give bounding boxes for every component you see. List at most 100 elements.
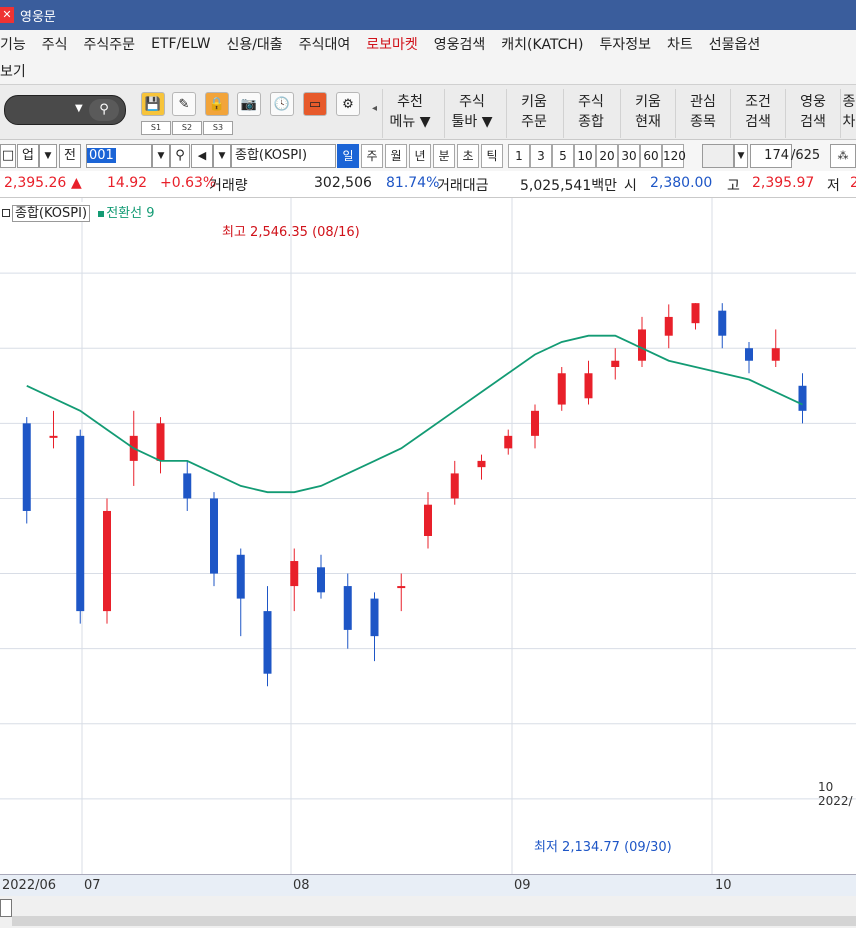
interval-button[interactable]: 5 — [552, 144, 574, 168]
toolbar-button-label: 조건 — [745, 94, 771, 110]
toolbar-button-label: 추천 — [397, 94, 423, 110]
scroll-handle[interactable] — [0, 899, 12, 917]
toolbar-button-label: 주식 — [459, 94, 485, 110]
window-title: 영웅문 — [20, 9, 56, 25]
save-icon[interactable]: 💾 — [141, 92, 165, 116]
period-button[interactable]: 월 — [385, 144, 407, 168]
search-icon[interactable]: ⚲ — [170, 144, 190, 168]
period-button[interactable]: 년 — [409, 144, 431, 168]
low: 2 — [850, 175, 856, 191]
search-icon[interactable]: ⚲ — [89, 99, 119, 121]
toolbar-button[interactable]: 추천 메뉴 ▼ — [382, 89, 437, 138]
brush-icon[interactable]: ✎ — [172, 92, 196, 116]
screen-tab-s3[interactable]: S3 — [203, 121, 233, 135]
prev-button[interactable]: 전 — [59, 144, 81, 168]
screen-tab-s1[interactable]: S1 — [141, 121, 171, 135]
interval-input[interactable] — [702, 144, 734, 168]
date-label: 09 — [514, 878, 531, 893]
interval-button[interactable]: 60 — [640, 144, 662, 168]
menu-item[interactable]: 주식 — [42, 34, 68, 54]
scroll-left-icon[interactable]: ◂ — [372, 103, 377, 114]
toolbar-button[interactable]: 주식 툴바 ▼ — [444, 89, 499, 138]
dropdown-arrow-icon[interactable]: ▼ — [152, 144, 170, 168]
menu-item[interactable]: 주식주문 — [84, 34, 136, 54]
candle-body — [504, 435, 513, 449]
change-percent: +0.63% — [160, 175, 217, 191]
interval-button[interactable]: 30 — [618, 144, 640, 168]
menu-item[interactable]: 차트 — [667, 34, 693, 54]
toolbar-button-label: 관심 — [690, 94, 716, 110]
high-label: 고 — [727, 178, 740, 194]
period-button[interactable]: 틱 — [481, 144, 503, 168]
candle-body — [584, 373, 593, 399]
dropdown-arrow-icon[interactable]: ▼ — [39, 144, 57, 168]
dropdown-arrow-icon[interactable]: ▼ — [213, 144, 231, 168]
kiwoom-icon: ✕ — [0, 7, 14, 23]
dropdown-arrow-icon[interactable]: ▼ — [734, 144, 748, 168]
chart-settings-icon[interactable]: ⁂ — [830, 144, 856, 168]
period-button[interactable]: 일 — [337, 144, 359, 168]
clock-icon[interactable]: 🕓 — [270, 92, 294, 116]
lock-icon[interactable]: 🔒 — [205, 92, 229, 116]
up-arrow-icon: ▲ — [71, 175, 82, 191]
toolbar-button[interactable]: 관심 종목 — [675, 89, 730, 138]
menu-search[interactable]: ▼ ⚲ — [4, 95, 126, 125]
menu-item[interactable]: 주식대여 — [299, 34, 351, 54]
chart-canvas[interactable] — [0, 198, 856, 874]
count-input[interactable]: 174 — [750, 144, 792, 168]
legend-kospi-swatch — [2, 209, 10, 217]
stock-name: 종합(KOSPI) — [231, 144, 336, 168]
period-button[interactable]: 초 — [457, 144, 479, 168]
menu-item[interactable]: 신용/대출 — [226, 34, 282, 54]
period-button[interactable]: 분 — [433, 144, 455, 168]
volume: 302,506 — [314, 175, 372, 191]
menu-item[interactable]: 로보마켓 — [366, 34, 418, 54]
horizontal-scrollbar[interactable] — [12, 916, 856, 926]
menu-item[interactable]: 선물옵션 — [709, 34, 761, 54]
menu-item[interactable]: 영웅검색 — [434, 34, 486, 54]
menu-item[interactable]: ETF/ELW — [151, 36, 210, 52]
candle-body — [183, 473, 192, 499]
gear-icon[interactable]: ⚙ — [336, 92, 360, 116]
toolbar-button[interactable]: 키움 주문 — [506, 89, 561, 138]
toolbar-button[interactable]: 영웅 검색 — [785, 89, 840, 138]
menu-item[interactable]: 기능 — [0, 34, 26, 54]
candle-body — [236, 554, 245, 599]
conversion-line — [26, 334, 803, 494]
candle-body — [798, 385, 807, 411]
mode-select[interactable]: 업 — [17, 144, 39, 168]
toolbar-button[interactable]: 주식 종합 — [563, 89, 618, 138]
interval-button[interactable]: 3 — [530, 144, 552, 168]
toolbar-button[interactable]: 종차 — [840, 89, 856, 138]
interval-button[interactable]: 20 — [596, 144, 618, 168]
dropdown-arrow-icon[interactable]: ▼ — [75, 103, 83, 114]
monitor-icon[interactable]: ▭ — [303, 92, 327, 116]
amount-label: 거래대금 — [437, 178, 489, 194]
volume-label: 거래량 — [209, 178, 248, 194]
interval-button[interactable]: 120 — [662, 144, 686, 168]
low-label: 저 — [827, 178, 840, 194]
date-label: 07 — [84, 878, 101, 893]
menu-item[interactable]: 투자정보 — [599, 34, 651, 54]
open: 2,380.00 — [650, 175, 713, 191]
speaker-icon[interactable]: ◀ — [191, 144, 213, 168]
interval-button[interactable]: 1 — [508, 144, 530, 168]
date-label: 10 — [715, 878, 732, 893]
candle-body — [210, 498, 218, 574]
menu-item[interactable]: 보기 — [0, 61, 26, 81]
toolbar-button[interactable]: 조건 검색 — [730, 89, 785, 138]
toolbar-button[interactable]: 키움 현재 — [620, 89, 675, 138]
code-input[interactable]: 001 — [86, 144, 152, 168]
price-chart[interactable]: 종합(KOSPI) 전환선 9 최고 2,546.35 (08/16) 최저 2… — [0, 198, 856, 874]
toolbar-button-label: 종합 — [578, 114, 604, 130]
toolbar-button-label: 현재 — [635, 114, 661, 130]
toolbar-button-label: 키움 — [521, 94, 547, 110]
interval-button[interactable]: 10 — [574, 144, 596, 168]
screen-tab-s2[interactable]: S2 — [172, 121, 202, 135]
camera-icon[interactable]: 📷 — [237, 92, 261, 116]
period-button[interactable]: 주 — [361, 144, 383, 168]
legend-line: 전환선 9 — [106, 206, 155, 221]
chart-legend: 종합(KOSPI) 전환선 9 — [2, 202, 155, 222]
menu-item[interactable]: 캐치(KATCH) — [501, 34, 583, 54]
checkbox-icon[interactable]: □ — [0, 144, 16, 168]
